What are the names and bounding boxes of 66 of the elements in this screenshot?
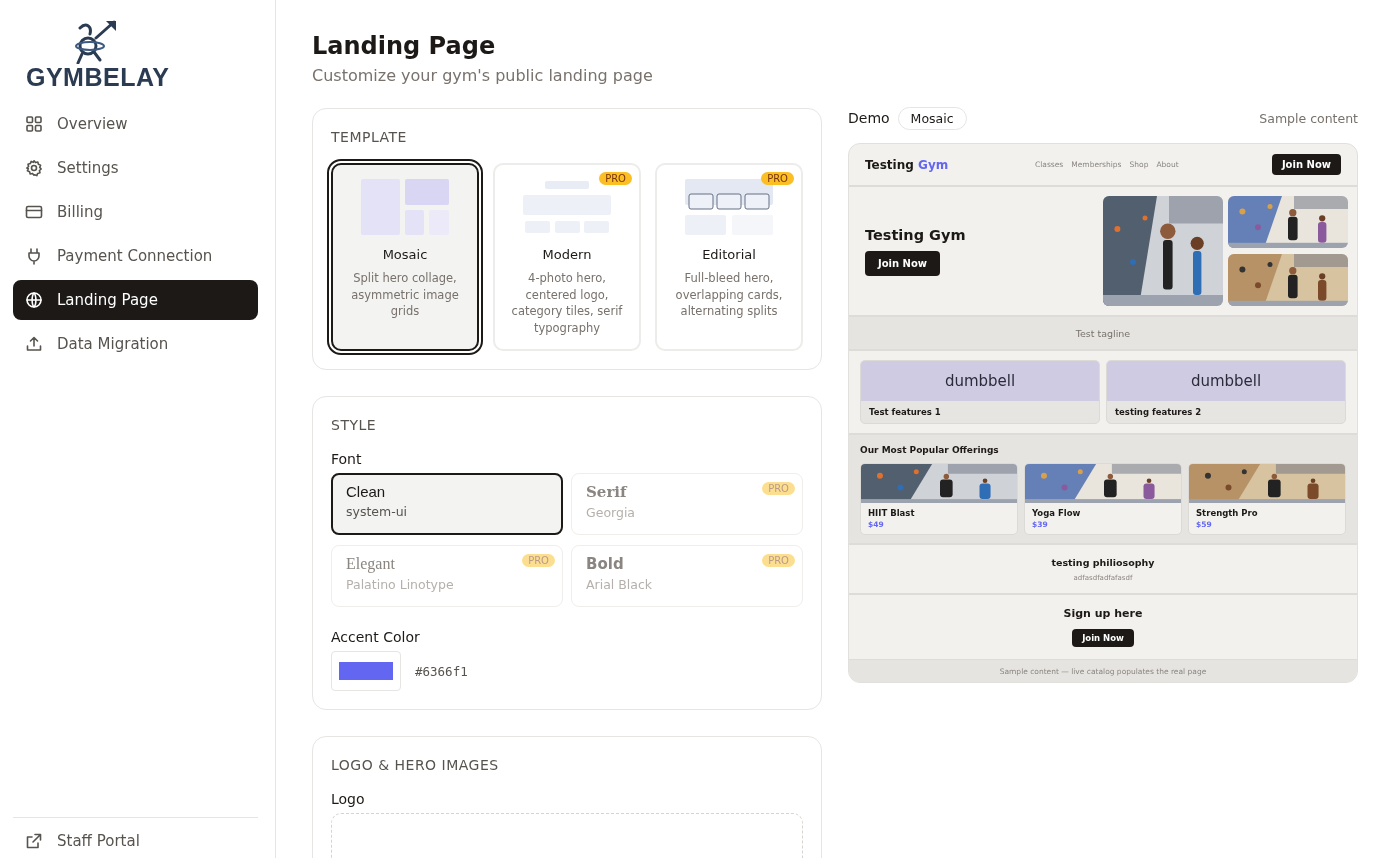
globe-icon (25, 291, 43, 309)
font-family-name: system-ui (346, 504, 408, 519)
pro-badge: PRO (762, 482, 795, 495)
feature-title: Test features 1 (868, 406, 942, 419)
template-name: Modern (542, 247, 592, 262)
offerings-title: Our Most Popular Offerings (860, 445, 1000, 455)
font-name: Bold (586, 555, 624, 573)
font-name: Elegant (346, 555, 395, 573)
pro-badge: PRO (762, 554, 795, 567)
font-family-name: Georgia (586, 505, 635, 520)
upload-icon (25, 335, 43, 353)
join-button[interactable]: Join Now (1072, 629, 1134, 647)
demo-label: Demo (848, 110, 890, 126)
grid-icon (25, 115, 43, 133)
join-button[interactable]: Join Now (1271, 154, 1341, 175)
sidebar-item[interactable]: Data Migration (13, 324, 258, 364)
offering-name: Yoga Flow (1031, 507, 1082, 518)
mosaic-layout-icon (361, 179, 449, 235)
font-family-name: Arial Black (586, 577, 653, 592)
settings-icon (25, 159, 43, 177)
template-option[interactable]: PRO Modern 4-photo hero, centered logo, category tiles, serif typography (493, 163, 641, 351)
font-family-name: Palatino Linotype (346, 577, 454, 592)
hero-title: Testing Gym (865, 226, 966, 243)
signup-title: Sign up here (1063, 607, 1143, 620)
sidebar-item[interactable]: Landing Page (13, 280, 258, 320)
plug-icon (25, 247, 43, 265)
field-label: Logo (331, 791, 366, 807)
offering-name: Strength Pro (1195, 507, 1259, 518)
staff-portal-link[interactable]: Staff Portal (13, 824, 258, 858)
color-picker[interactable] (331, 651, 401, 691)
field-label: Font (331, 451, 363, 467)
section-heading: STYLE (331, 417, 378, 433)
pro-badge: PRO (599, 172, 632, 185)
font-option[interactable]: Clean system-ui (331, 473, 563, 535)
font-name: Clean (346, 483, 386, 500)
section-heading: TEMPLATE (331, 129, 408, 145)
font-name: Serif (586, 483, 627, 501)
offering-name: HIIT Blast (867, 507, 916, 518)
template-description: 4-photo hero, centered logo, category tiles, serif typography (510, 270, 624, 336)
section-heading: LOGO & HERO IMAGES (331, 757, 500, 773)
page-title: Landing Page (312, 31, 497, 62)
template-description: Split hero collage, asymmetric image grids (350, 270, 460, 320)
site-logo-text: Testing Gym (865, 157, 950, 172)
template-description: Full-bleed hero, overlapping cards, alternating splits (674, 270, 784, 320)
page-subtitle: Customize your gym's public landing page (312, 66, 654, 85)
philosophy-title: testing philiosophy (1051, 556, 1155, 568)
pro-badge: PRO (522, 554, 555, 567)
pro-badge: PRO (761, 172, 794, 185)
color-hex-value: #6366f1 (415, 663, 468, 679)
template-name: Mosaic (382, 247, 428, 262)
sample-note: Sample content (1259, 110, 1358, 126)
sidebar-item[interactable]: Payment Connection (13, 236, 258, 276)
join-button[interactable]: Join Now (865, 250, 941, 276)
brand-name: GYMBELAY (26, 64, 170, 90)
sidebar-item[interactable]: Settings (13, 148, 258, 188)
sidebar-item[interactable]: Billing (13, 192, 258, 232)
credit-card-icon (25, 203, 43, 221)
feature-image-alt: dumbbell (1107, 361, 1345, 401)
external-link-icon (25, 832, 43, 850)
template-option[interactable]: PRO Editorial Full-bleed hero, overlapping cards, alternating splits (655, 163, 803, 351)
feature-title: testing features 2 (1114, 406, 1203, 419)
sidebar-item[interactable]: Overview (13, 104, 258, 144)
template-name: Editorial (702, 247, 756, 262)
tagline: Test tagline (849, 317, 1357, 351)
field-label: Accent Color (331, 629, 421, 645)
feature-image-alt: dumbbell (861, 361, 1099, 401)
